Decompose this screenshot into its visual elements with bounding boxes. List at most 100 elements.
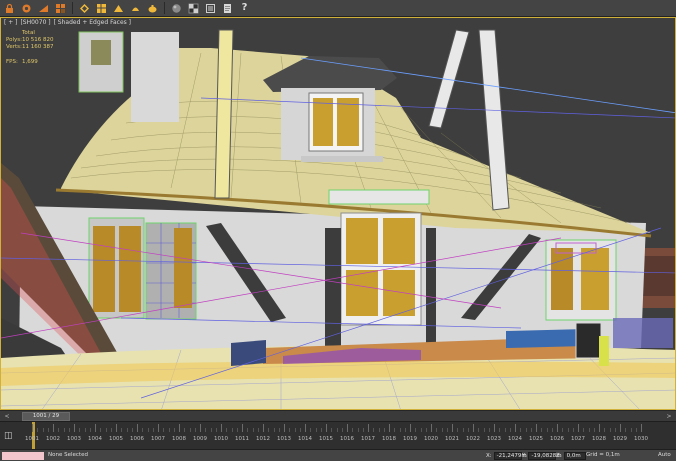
viewport-camera[interactable]: [SH0070 ] [20, 19, 50, 26]
trackbar-minor-tick [100, 428, 102, 432]
stats-header: Total [22, 30, 35, 36]
trackbar-minor-tick [378, 428, 380, 432]
trackbar-minor-tick [215, 428, 217, 432]
trackbar-tick [242, 424, 243, 432]
viewport-label[interactable]: [ + ] [SH0070 ] [ Shaded + Edged Faces ] [4, 19, 132, 26]
puzzle-icon[interactable] [94, 1, 109, 15]
help-icon[interactable]: ? [237, 1, 252, 15]
trackbar-tick [599, 424, 600, 432]
trackbar-frame-label: 1013 [277, 436, 291, 442]
z-field[interactable]: 0,0m [563, 451, 586, 460]
time-slider-thumb[interactable]: 1001 / 29 [22, 412, 70, 421]
render-icon[interactable] [111, 1, 126, 15]
z-label: Z: [556, 452, 562, 459]
max-window: ? [+] [SH0070] [Shaded + Edged Faces… [0, 0, 676, 461]
perspective-viewport[interactable]: [ + ] [SH0070 ] [ Shaded + Edged Faces ]… [0, 17, 676, 410]
trackbar-minor-tick [63, 428, 65, 432]
trackbar-minor-tick [47, 428, 49, 432]
viewport-stats: Total Polys: 10 516 820 Verts: 11 160 387 … [6, 30, 62, 66]
trackbar-minor-tick [89, 428, 91, 432]
trackbar-minor-tick [394, 428, 396, 432]
trackbar-frame-label: 1027 [571, 436, 585, 442]
trackbar-minor-tick [126, 428, 128, 432]
trackbar-minor-tick [478, 428, 480, 432]
trackbar-minor-tick [614, 428, 616, 432]
trackbar[interactable]: ◫ 1001 1002 1003 1004 1005 1006 1007 1008 1009 10… [0, 421, 676, 450]
trackbar-minor-tick [341, 428, 343, 432]
trackbar-minor-tick [567, 428, 569, 432]
trackbar-tick [284, 424, 285, 432]
trackbar-tick [515, 424, 516, 432]
document-icon[interactable] [220, 1, 235, 15]
trackbar-minor-tick [562, 428, 564, 432]
trackbar-frame-label: 1019 [403, 436, 417, 442]
auto-key-button[interactable]: Auto [658, 452, 671, 458]
trackbar-tick [452, 424, 453, 432]
trackbar-tick [368, 424, 369, 432]
toolbar-separator [164, 2, 165, 14]
x-field[interactable]: -21,2479m [493, 451, 527, 460]
trackbar-minor-tick [236, 428, 238, 432]
sphere-gray-icon[interactable] [169, 1, 184, 15]
trackbar-minor-tick [273, 428, 275, 432]
trackbar-minor-tick [609, 428, 611, 432]
trackbar-frame-label: 1011 [235, 436, 249, 442]
slice-icon[interactable] [36, 1, 51, 15]
time-slider[interactable]: < 1001 / 29 > [0, 410, 676, 421]
trackbar-minor-tick [163, 428, 165, 432]
main-toolbar: ? [0, 0, 676, 17]
fps-value: 1,699 [22, 59, 38, 65]
trackbar-minor-tick [446, 428, 448, 432]
trackbar-minor-tick [625, 428, 627, 432]
trackbar-minor-tick [252, 428, 254, 432]
trackbar-frame-label: 1021 [445, 436, 459, 442]
y-field[interactable]: -19,0828m [528, 451, 562, 460]
trackbar-minor-tick [509, 428, 511, 432]
trackbar-minor-tick [315, 428, 317, 432]
rotate-icon[interactable] [19, 1, 34, 15]
trackbar-minor-tick [278, 428, 280, 432]
x-coordinate: X: -21,2479m [486, 451, 527, 460]
material-icon[interactable] [186, 1, 201, 15]
selection-icon[interactable] [53, 1, 68, 15]
time-prev-button[interactable]: < [2, 412, 12, 421]
selection-status: None Selected [48, 452, 88, 458]
grid-size: Grid = 0,1m [586, 452, 620, 458]
trackbar-tick [620, 424, 621, 432]
trackbar-minor-tick [551, 428, 553, 432]
trackbar-frame-label: 1018 [382, 436, 396, 442]
trackbar-minor-tick [541, 428, 543, 432]
verts-label: Verts: [6, 44, 22, 50]
trackbar-minor-tick [593, 428, 595, 432]
lock-icon[interactable] [2, 1, 17, 15]
time-next-button[interactable]: > [664, 412, 674, 421]
trackbar-tick [158, 424, 159, 432]
trackbar-minor-tick [604, 428, 606, 432]
trackbar-tick [74, 424, 75, 432]
viewport-menu[interactable]: [ + ] [4, 19, 18, 26]
trackbar-frame-label: 1001 [25, 436, 39, 442]
trackbar-minor-tick [79, 428, 81, 432]
trackbar-tick [53, 424, 54, 432]
polys-label: Polys: [6, 37, 22, 43]
y-coordinate: Y: -19,0828m [522, 451, 562, 460]
trackbar-minor-tick [404, 428, 406, 432]
trackbar-minor-tick [488, 428, 490, 432]
trackbar-minor-tick [37, 428, 39, 432]
render-scene-icon[interactable] [128, 1, 143, 15]
trackbar-minor-tick [483, 428, 485, 432]
trackbar-minor-tick [630, 428, 632, 432]
trackbar-frame-label: 1017 [361, 436, 375, 442]
trackbar-tick [536, 424, 537, 432]
teapot-icon[interactable] [145, 1, 160, 15]
render-frame-icon[interactable] [203, 1, 218, 15]
diamond-icon[interactable] [77, 1, 92, 15]
trackbar-minor-tick [320, 428, 322, 432]
maxscript-listener[interactable] [2, 452, 44, 460]
trackbar-minor-tick [457, 428, 459, 432]
trackbar-filter-icon[interactable]: ◫ [4, 431, 13, 441]
trackbar-frame-label: 1026 [550, 436, 564, 442]
scene-render [1, 18, 675, 409]
viewport-shading[interactable]: [ Shaded + Edged Faces ] [54, 19, 131, 26]
trackbar-ruler[interactable]: 1001 1002 1003 1004 1005 1006 1007 1008 1009 1010… [20, 422, 656, 450]
